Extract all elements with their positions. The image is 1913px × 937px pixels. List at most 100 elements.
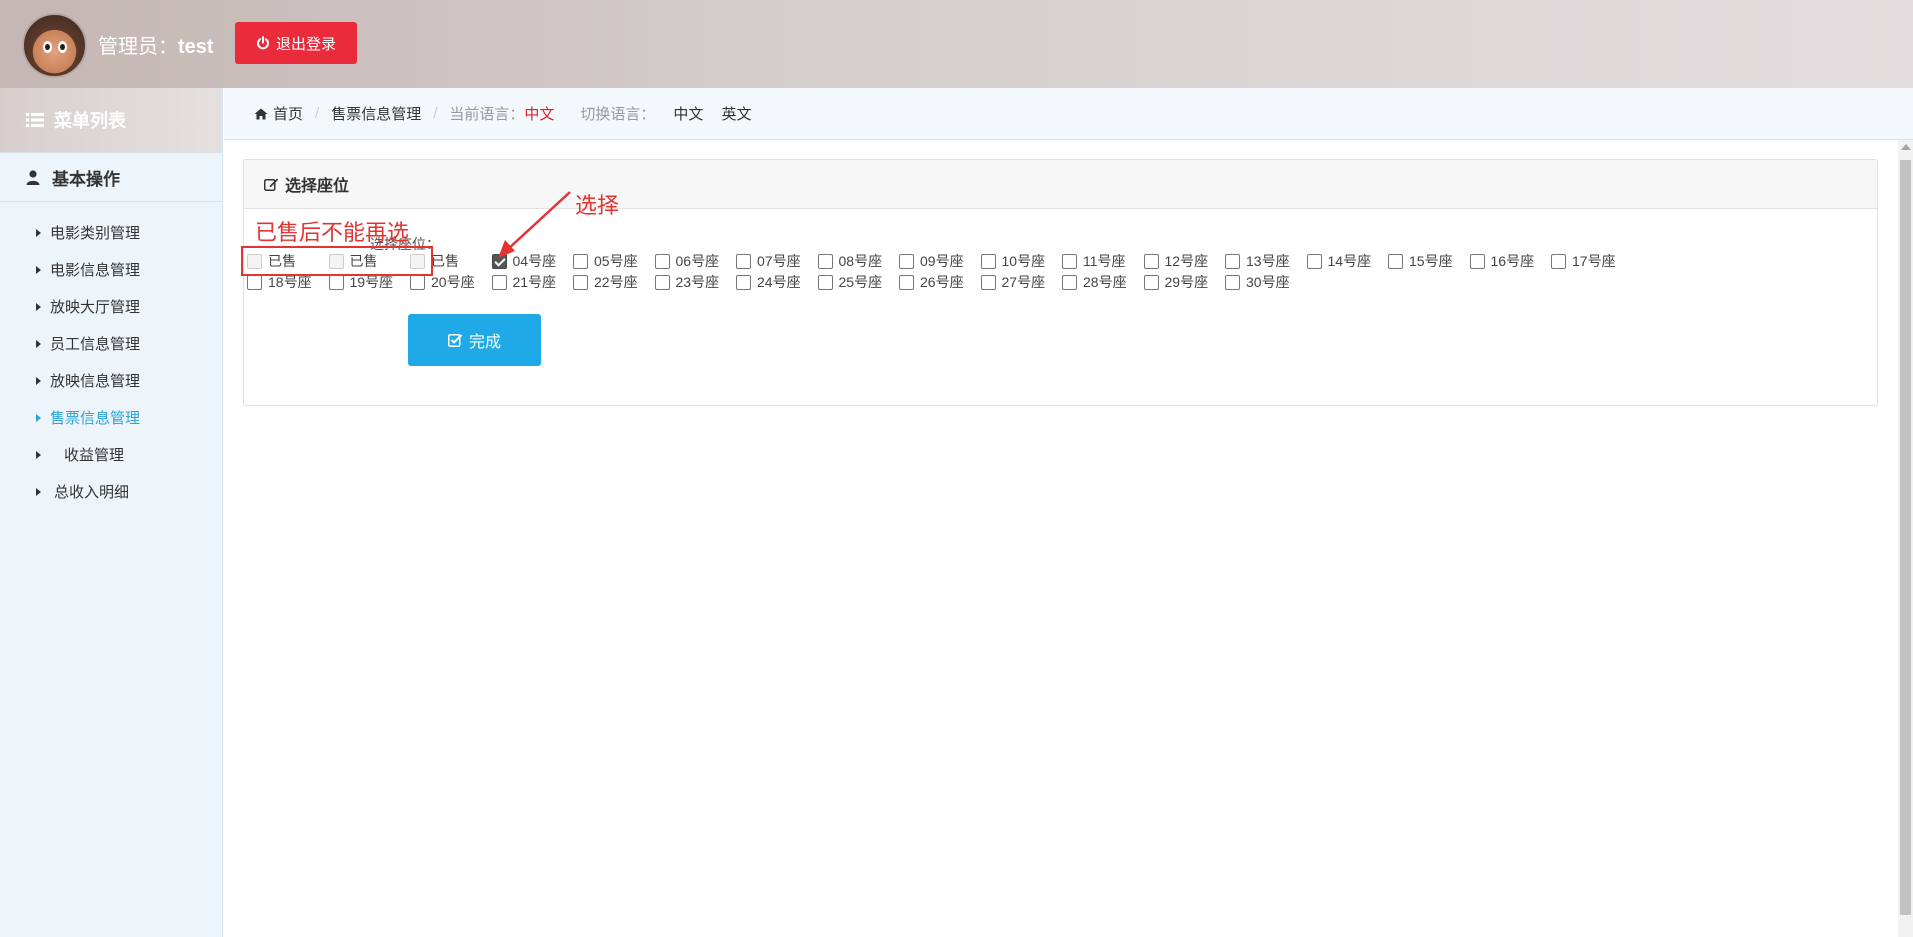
sidebar-item-ticket-sales[interactable]: 售票信息管理 [0, 399, 222, 436]
seat-checkbox[interactable]: 23号座 [654, 273, 737, 291]
checkbox-icon[interactable] [1143, 253, 1159, 269]
seat-checkbox[interactable]: 29号座 [1143, 273, 1226, 291]
seat-checkbox[interactable]: 08号座 [817, 252, 900, 270]
checkbox-icon[interactable] [654, 253, 670, 269]
seat-label-text: 30号座 [1246, 274, 1290, 290]
checkbox-icon[interactable] [491, 274, 507, 290]
caret-right-icon [36, 339, 41, 348]
seat-label-text: 13号座 [1246, 253, 1290, 269]
checkbox-icon[interactable] [980, 274, 996, 290]
checkbox-icon[interactable] [817, 253, 833, 269]
seat-label-text: 15号座 [1409, 253, 1453, 269]
breadcrumb-current[interactable]: 售票信息管理 [331, 103, 421, 124]
checkbox-icon[interactable] [817, 274, 833, 290]
done-button[interactable]: 完成 [408, 314, 541, 366]
seat-checkbox[interactable]: 11号座 [1062, 252, 1144, 270]
scrollbar-thumb[interactable] [1900, 160, 1911, 915]
checkbox-icon[interactable] [1225, 253, 1240, 269]
seat-checkbox[interactable]: 25号座 [817, 273, 900, 291]
switch-lang-label: 切换语言： [580, 106, 656, 123]
seat-checkbox[interactable]: 17号座 [1551, 252, 1633, 270]
admin-name: test [178, 36, 214, 58]
seat-checkbox[interactable]: 07号座 [736, 252, 818, 270]
power-icon [257, 36, 269, 50]
seat-checkbox[interactable]: 30号座 [1225, 273, 1307, 291]
seat-checkbox[interactable]: 06号座 [654, 252, 737, 270]
sidebar-item-movie-info[interactable]: 电影信息管理 [0, 251, 222, 288]
seat-label-text: 26号座 [920, 274, 964, 290]
sidebar-item-hall[interactable]: 放映大厅管理 [0, 288, 222, 325]
checkbox-icon[interactable] [736, 253, 751, 269]
checkbox-icon[interactable] [1062, 274, 1077, 290]
breadcrumb-home[interactable]: 首页 [273, 103, 303, 124]
seat-checkbox[interactable]: 21号座 [491, 273, 574, 291]
checkbox-icon[interactable] [980, 253, 996, 269]
lang-en-link[interactable]: 英文 [721, 103, 751, 124]
group-title: 基本操作 [52, 169, 120, 189]
avatar [22, 13, 87, 78]
caret-right-icon [36, 265, 41, 274]
sold-note-annotation: 已售后不能再选 [255, 220, 410, 245]
checkbox-icon[interactable] [1062, 253, 1077, 269]
sidebar-item-staff[interactable]: 员工信息管理 [0, 325, 222, 362]
checkbox-icon[interactable] [1143, 274, 1159, 290]
logout-button[interactable]: 退出登录 [235, 22, 357, 64]
seat-checkbox[interactable]: 12号座 [1143, 252, 1226, 270]
current-lang-value: 中文 [524, 106, 555, 123]
seat-checkbox[interactable]: 05号座 [573, 252, 655, 270]
seat-checkbox[interactable]: 26号座 [899, 273, 981, 291]
seat-checkbox[interactable]: 24号座 [736, 273, 818, 291]
seat-checkbox[interactable]: 04号座 [491, 252, 574, 270]
scroll-up-arrow-icon[interactable] [1901, 144, 1911, 150]
checkbox-icon[interactable] [573, 274, 588, 290]
seat-label-text: 06号座 [675, 253, 720, 269]
seat-checkbox[interactable]: 09号座 [899, 252, 981, 270]
admin-prefix: 管理员： [98, 36, 178, 58]
checkbox-icon[interactable] [1469, 253, 1485, 269]
checkbox-icon[interactable] [899, 253, 914, 269]
done-label: 完成 [468, 334, 501, 351]
sidebar-item-revenue[interactable]: 收益管理 [0, 436, 222, 473]
checkbox-icon[interactable] [1225, 274, 1240, 290]
group-basic-ops[interactable]: 基本操作 [0, 152, 222, 202]
checkbox-icon[interactable] [328, 274, 344, 290]
checkbox-icon[interactable] [410, 274, 425, 290]
menu-title: 菜单列表 [54, 111, 126, 131]
checkbox-icon[interactable] [736, 274, 751, 290]
sidebar-item-label: 电影信息管理 [50, 262, 141, 279]
lang-zh-link[interactable]: 中文 [673, 103, 703, 124]
checkbox-icon[interactable] [899, 274, 914, 290]
checkbox-icon[interactable] [573, 253, 588, 269]
checkbox-icon[interactable] [247, 274, 262, 290]
checkbox-icon[interactable] [1388, 253, 1403, 269]
sidebar-item-label: 电影类别管理 [50, 225, 141, 242]
breadcrumb-separator: / [433, 105, 438, 122]
seat-checkbox[interactable]: 22号座 [573, 273, 655, 291]
sidebar-item-label: 放映大厅管理 [50, 299, 141, 316]
caret-right-icon [36, 450, 41, 459]
sidebar-item-movie-category[interactable]: 电影类别管理 [0, 214, 222, 251]
seat-label-text: 24号座 [757, 274, 801, 290]
user-icon [26, 169, 40, 185]
seat-checkbox[interactable]: 14号座 [1306, 252, 1389, 270]
sidebar-item-label: 收益管理 [64, 447, 125, 464]
seat-checkbox[interactable]: 27号座 [980, 273, 1063, 291]
checkbox-checked-icon[interactable] [491, 253, 507, 269]
sidebar-item-income-detail[interactable]: 总收入明细 [0, 473, 222, 510]
list-icon [26, 113, 44, 127]
seat-checkbox[interactable]: 28号座 [1062, 273, 1144, 291]
checkbox-icon[interactable] [654, 274, 670, 290]
seat-checkbox[interactable]: 15号座 [1388, 252, 1470, 270]
caret-right-icon [36, 228, 41, 237]
seat-checkbox[interactable]: 10号座 [980, 252, 1063, 270]
seat-label-text: 09号座 [920, 253, 964, 269]
page-scrollbar[interactable] [1898, 140, 1913, 937]
sidebar-item-screening[interactable]: 放映信息管理 [0, 362, 222, 399]
checkbox-icon[interactable] [1551, 253, 1566, 269]
seat-checkbox[interactable]: 16号座 [1469, 252, 1552, 270]
sold-seats-highlight-box [241, 246, 433, 276]
seat-checkbox[interactable]: 13号座 [1225, 252, 1307, 270]
edit-icon [264, 178, 279, 191]
checkbox-icon[interactable] [1306, 253, 1322, 269]
caret-right-icon [36, 376, 41, 385]
